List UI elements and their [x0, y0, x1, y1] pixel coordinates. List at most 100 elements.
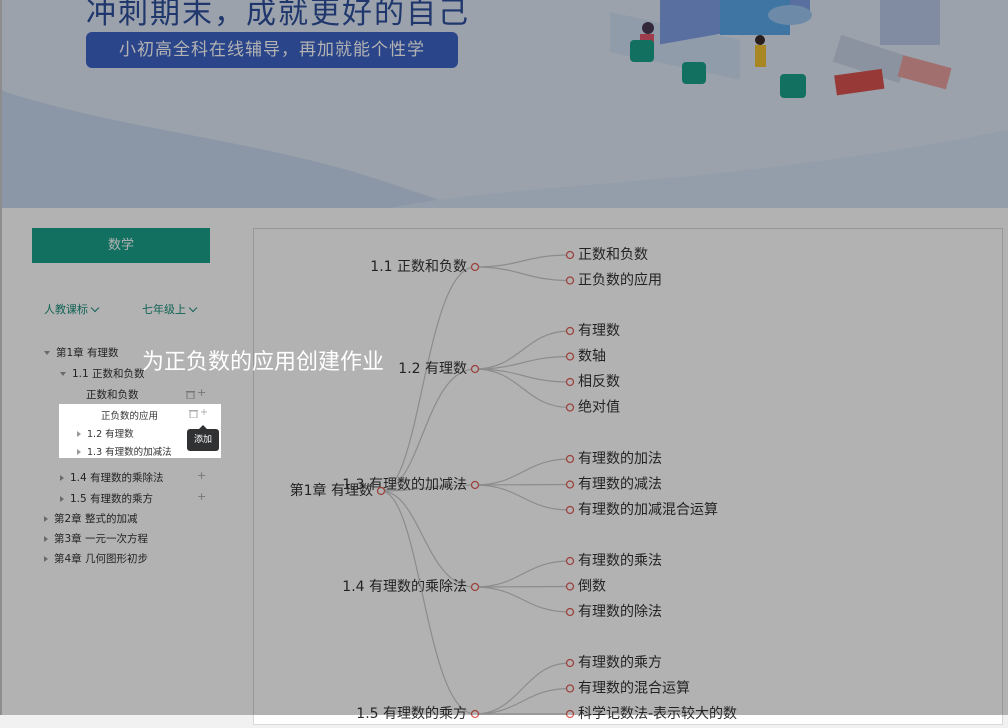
- tree-item-ch3[interactable]: 第3章 一元一次方程: [44, 530, 148, 548]
- mindmap-branch-node: [470, 709, 480, 719]
- guide-text: 为正负数的应用创建作业: [142, 350, 385, 375]
- mindmap-leaf-label: 相反数: [578, 374, 620, 390]
- mindmap-link: [474, 368, 571, 409]
- mindmap-leaf-label: 数轴: [578, 349, 606, 365]
- caret-right-icon: [44, 536, 48, 542]
- banner-slogan: 冲刺期末，成就更好的自己: [86, 0, 470, 31]
- tree-item-1-5[interactable]: 1.5 有理数的乘方: [60, 490, 153, 508]
- tree-item-1-1-b[interactable]: 正负数的应用: [101, 408, 158, 422]
- tree-label: 1.3 有理数的加减法: [87, 447, 172, 458]
- tree-label: 第1章 有理数: [56, 347, 119, 359]
- mindmap-leaf-node: [565, 505, 575, 515]
- tree-label: 1.2 有理数: [87, 429, 134, 440]
- mindmap-root-node: [376, 486, 386, 496]
- banner: 冲刺期末，成就更好的自己 小初高全科在线辅导，再加就能个性学: [0, 0, 1008, 208]
- mindmap-leaf-node: [565, 250, 575, 260]
- mindmap-leaf-label: 有理数: [578, 323, 620, 339]
- tree-item-1-1[interactable]: 1.1 正数和负数: [60, 365, 145, 383]
- tree-item-1-2[interactable]: 1.2 有理数: [77, 426, 134, 440]
- mindmap-link: [380, 490, 476, 588]
- mindmap-branch-label: 1.1 正数和负数: [370, 259, 467, 275]
- caret-down-icon: [60, 372, 66, 376]
- plus-icon[interactable]: +: [197, 386, 206, 399]
- caret-right-icon: [60, 475, 64, 481]
- mindmap-leaf-label: 有理数的除法: [578, 604, 662, 620]
- tree-label: 第3章 一元一次方程: [54, 533, 149, 545]
- mindmap-leaf-node: [565, 658, 575, 668]
- mindmap-leaf-label: 有理数的乘方: [578, 655, 662, 671]
- trash-icon[interactable]: [189, 409, 198, 418]
- textbook-dropdown[interactable]: 人教课标: [44, 301, 100, 317]
- tree-item-ch2[interactable]: 第2章 整式的加减: [44, 510, 138, 528]
- mindmap-root-label: 第1章 有理数: [290, 482, 373, 499]
- tree-label: 第4章 几何图形初步: [54, 553, 149, 565]
- mindmap-link: [380, 368, 476, 492]
- mindmap-link: [474, 254, 571, 268]
- mindmap-link: [474, 483, 571, 486]
- mindmap-leaf-node: [565, 326, 575, 336]
- mindmap-leaf-label: 有理数的乘法: [578, 553, 662, 569]
- mindmap-branch-node: [470, 480, 480, 490]
- tree-item-1-1-a[interactable]: 正数和负数: [86, 386, 139, 404]
- window-edge: [0, 0, 2, 715]
- tree-label: 1.5 有理数的乘方: [70, 493, 154, 505]
- textbook-dropdown-label: 人教课标: [44, 303, 88, 316]
- mindmap-leaf-label: 有理数的加减混合运算: [578, 502, 718, 518]
- caret-right-icon: [44, 516, 48, 522]
- caret-right-icon: [77, 449, 81, 455]
- mindmap-leaf-label: 有理数的混合运算: [578, 681, 690, 697]
- tree-item-1-3[interactable]: 1.3 有理数的加减法: [77, 444, 172, 458]
- classroom-illustration: [610, 0, 952, 98]
- trash-icon[interactable]: [186, 390, 195, 399]
- mindmap-leaf-node: [565, 556, 575, 566]
- tree-label: 1.1 正数和负数: [72, 368, 145, 380]
- mindmap-leaf-label: 科学记数法-表示较大的数: [578, 706, 737, 722]
- mindmap-leaf-node: [565, 352, 575, 361]
- mindmap-leaf-node: [565, 276, 575, 285]
- mindmap-link: [380, 490, 476, 715]
- mindmap-link: [474, 458, 571, 486]
- grade-dropdown[interactable]: 七年级上: [142, 301, 198, 317]
- mindmap-link: [474, 586, 571, 613]
- caret-right-icon: [60, 496, 64, 502]
- tree-label: 1.4 有理数的乘除法: [70, 472, 164, 484]
- caret-right-icon: [44, 556, 48, 562]
- caret-right-icon: [77, 431, 81, 437]
- mindmap-leaf-label: 倒数: [578, 579, 606, 595]
- plus-icon[interactable]: +: [197, 490, 206, 503]
- mindmap-link: [474, 266, 571, 282]
- content-area: 数学 人教课标 七年级上 第1章 有理数 1.1 正数和负数 正数和负数 + 1…: [0, 208, 1008, 725]
- tree-item-1-4[interactable]: 1.4 有理数的乘除法: [60, 469, 164, 487]
- mindmap-leaf-label: 绝对值: [578, 400, 620, 416]
- mindmap-branch-label: 1.5 有理数的乘方: [356, 706, 467, 722]
- mindmap-branch-label: 1.2 有理数: [398, 361, 467, 377]
- mindmap: 正数和负数正负数的应用 1.1 正数和负数有理数数轴相反数绝对值 1.2 有理数有理…: [290, 247, 737, 722]
- mindmap-branch-node: [470, 364, 480, 374]
- add-button[interactable]: +: [200, 407, 208, 418]
- subject-button[interactable]: 数学: [32, 228, 210, 263]
- mindmap-link: [474, 585, 571, 588]
- mindmap-link: [474, 560, 571, 588]
- tree-item-ch4[interactable]: 第4章 几何图形初步: [44, 550, 148, 568]
- mindmap-leaf-label: 正数和负数: [578, 247, 648, 263]
- plus-icon[interactable]: +: [197, 469, 206, 482]
- mindmap-leaf-node: [565, 480, 575, 489]
- add-tooltip: 添加: [187, 425, 219, 451]
- banner-subtitle-pill[interactable]: 小初高全科在线辅导，再加就能个性学: [86, 32, 458, 68]
- mindmap-leaf-label: 正负数的应用: [578, 272, 662, 289]
- tree-label: 正数和负数: [86, 389, 139, 401]
- mindmap-leaf-label: 有理数的减法: [578, 477, 662, 493]
- mindmap-leaf-node: [565, 607, 575, 617]
- mindmap-leaf-node: [565, 377, 575, 387]
- mindmap-leaf-label: 有理数的加法: [578, 451, 662, 467]
- mindmap-panel: 正数和负数正负数的应用 1.1 正数和负数有理数数轴相反数绝对值 1.2 有理数有理…: [253, 228, 1003, 725]
- mindmap-branch-label: 1.4 有理数的乘除法: [342, 579, 467, 595]
- mindmap-leaf-node: [565, 684, 575, 693]
- mindmap-leaf-node: [565, 403, 575, 412]
- mindmap-leaf-node: [565, 709, 575, 719]
- mindmap-leaf-node: [565, 582, 575, 591]
- grade-dropdown-label: 七年级上: [142, 303, 186, 316]
- tree-item-ch1[interactable]: 第1章 有理数: [44, 344, 119, 362]
- mindmap-link: [474, 687, 571, 715]
- sidebar: 数学 人教课标 七年级上 第1章 有理数 1.1 正数和负数 正数和负数 + 1…: [14, 216, 222, 715]
